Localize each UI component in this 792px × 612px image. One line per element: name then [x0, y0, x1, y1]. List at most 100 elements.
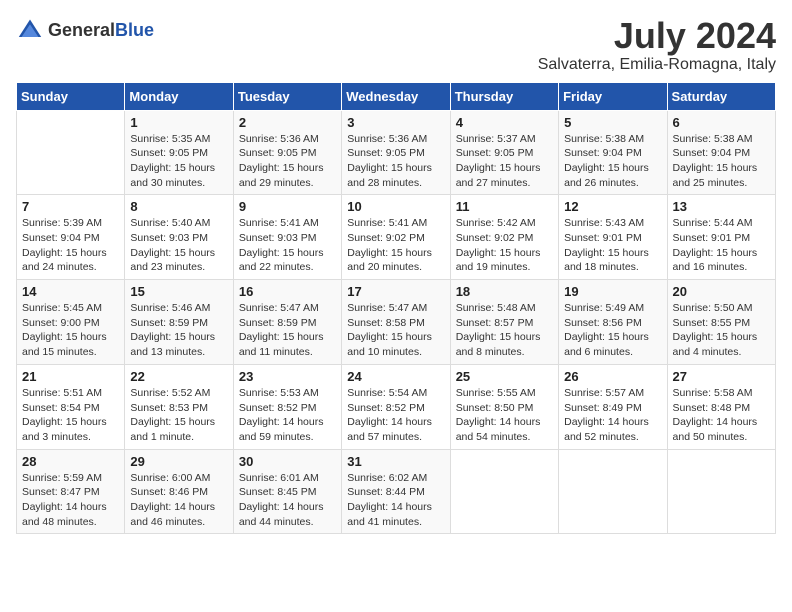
day-cell: 25 Sunrise: 5:55 AMSunset: 8:50 PMDayligh… — [450, 364, 558, 449]
day-number: 16 — [239, 284, 336, 299]
day-cell: 17 Sunrise: 5:47 AMSunset: 8:58 PMDayligh… — [342, 280, 450, 365]
day-number: 28 — [22, 454, 119, 469]
day-info: Sunrise: 5:58 AMSunset: 8:48 PMDaylight:… — [673, 386, 770, 445]
day-cell: 27 Sunrise: 5:58 AMSunset: 8:48 PMDayligh… — [667, 364, 775, 449]
day-cell: 31Sunrise: 6:02 AMSunset: 8:44 PMDayligh… — [342, 449, 450, 534]
day-number: 1 — [130, 115, 227, 130]
logo: GeneralBlue — [16, 16, 154, 44]
header-sunday: Sunday — [17, 82, 125, 110]
header-wednesday: Wednesday — [342, 82, 450, 110]
day-cell: 7 Sunrise: 5:39 AMSunset: 9:04 PMDaylight… — [17, 195, 125, 280]
day-cell: 28Sunrise: 5:59 AMSunset: 8:47 PMDayligh… — [17, 449, 125, 534]
day-number: 25 — [456, 369, 553, 384]
day-info: Sunrise: 6:01 AMSunset: 8:45 PMDaylight:… — [239, 471, 336, 530]
day-cell: 20 Sunrise: 5:50 AMSunset: 8:55 PMDayligh… — [667, 280, 775, 365]
day-cell: 24 Sunrise: 5:54 AMSunset: 8:52 PMDayligh… — [342, 364, 450, 449]
day-cell: 14Sunrise: 5:45 AMSunset: 9:00 PMDayligh… — [17, 280, 125, 365]
day-cell: 12 Sunrise: 5:43 AMSunset: 9:01 PMDayligh… — [559, 195, 667, 280]
week-row-4: 21Sunrise: 5:51 AMSunset: 8:54 PMDayligh… — [17, 364, 776, 449]
logo-icon — [16, 16, 44, 44]
day-cell: 16 Sunrise: 5:47 AMSunset: 8:59 PMDayligh… — [233, 280, 341, 365]
day-cell: 11 Sunrise: 5:42 AMSunset: 9:02 PMDayligh… — [450, 195, 558, 280]
day-info: Sunrise: 5:57 AMSunset: 8:49 PMDaylight:… — [564, 386, 661, 445]
day-info: Sunrise: 5:39 AMSunset: 9:04 PMDaylight:… — [22, 216, 119, 275]
day-info: Sunrise: 5:36 AMSunset: 9:05 PMDaylight:… — [239, 132, 336, 191]
day-number: 3 — [347, 115, 444, 130]
day-cell: 9Sunrise: 5:41 AMSunset: 9:03 PMDaylight… — [233, 195, 341, 280]
day-cell — [17, 110, 125, 195]
day-number: 22 — [130, 369, 227, 384]
day-cell: 4 Sunrise: 5:37 AMSunset: 9:05 PMDaylight… — [450, 110, 558, 195]
calendar-table: SundayMondayTuesdayWednesdayThursdayFrid… — [16, 82, 776, 535]
day-number: 7 — [22, 199, 119, 214]
day-cell: 18Sunrise: 5:48 AMSunset: 8:57 PMDayligh… — [450, 280, 558, 365]
header-thursday: Thursday — [450, 82, 558, 110]
calendar-header-row: SundayMondayTuesdayWednesdayThursdayFrid… — [17, 82, 776, 110]
day-number: 21 — [22, 369, 119, 384]
day-info: Sunrise: 5:38 AMSunset: 9:04 PMDaylight:… — [673, 132, 770, 191]
day-number: 2 — [239, 115, 336, 130]
day-cell: 30Sunrise: 6:01 AMSunset: 8:45 PMDayligh… — [233, 449, 341, 534]
day-number: 27 — [673, 369, 770, 384]
day-info: Sunrise: 5:53 AMSunset: 8:52 PMDaylight:… — [239, 386, 336, 445]
day-number: 24 — [347, 369, 444, 384]
day-cell — [559, 449, 667, 534]
day-number: 4 — [456, 115, 553, 130]
logo-blue: Blue — [115, 20, 154, 40]
day-info: Sunrise: 5:50 AMSunset: 8:55 PMDaylight:… — [673, 301, 770, 360]
day-cell: 3 Sunrise: 5:36 AMSunset: 9:05 PMDaylight… — [342, 110, 450, 195]
day-number: 13 — [673, 199, 770, 214]
title-block: July 2024 Salvaterra, Emilia-Romagna, It… — [538, 16, 776, 74]
day-number: 6 — [673, 115, 770, 130]
day-info: Sunrise: 5:37 AMSunset: 9:05 PMDaylight:… — [456, 132, 553, 191]
header-tuesday: Tuesday — [233, 82, 341, 110]
day-info: Sunrise: 5:47 AMSunset: 8:58 PMDaylight:… — [347, 301, 444, 360]
week-row-2: 7 Sunrise: 5:39 AMSunset: 9:04 PMDaylight… — [17, 195, 776, 280]
day-info: Sunrise: 5:35 AMSunset: 9:05 PMDaylight:… — [130, 132, 227, 191]
day-info: Sunrise: 5:52 AMSunset: 8:53 PMDaylight:… — [130, 386, 227, 445]
day-number: 19 — [564, 284, 661, 299]
day-number: 5 — [564, 115, 661, 130]
day-number: 23 — [239, 369, 336, 384]
day-number: 10 — [347, 199, 444, 214]
week-row-5: 28Sunrise: 5:59 AMSunset: 8:47 PMDayligh… — [17, 449, 776, 534]
day-info: Sunrise: 5:49 AMSunset: 8:56 PMDaylight:… — [564, 301, 661, 360]
day-number: 29 — [130, 454, 227, 469]
day-number: 31 — [347, 454, 444, 469]
day-cell: 29 Sunrise: 6:00 AMSunset: 8:46 PMDayligh… — [125, 449, 233, 534]
day-cell: 23 Sunrise: 5:53 AMSunset: 8:52 PMDayligh… — [233, 364, 341, 449]
week-row-3: 14Sunrise: 5:45 AMSunset: 9:00 PMDayligh… — [17, 280, 776, 365]
day-info: Sunrise: 5:41 AMSunset: 9:02 PMDaylight:… — [347, 216, 444, 275]
day-info: Sunrise: 5:42 AMSunset: 9:02 PMDaylight:… — [456, 216, 553, 275]
day-info: Sunrise: 6:00 AMSunset: 8:46 PMDaylight:… — [130, 471, 227, 530]
header-saturday: Saturday — [667, 82, 775, 110]
day-cell: 5Sunrise: 5:38 AMSunset: 9:04 PMDaylight… — [559, 110, 667, 195]
day-cell: 1 Sunrise: 5:35 AMSunset: 9:05 PMDaylight… — [125, 110, 233, 195]
day-number: 8 — [130, 199, 227, 214]
day-info: Sunrise: 5:54 AMSunset: 8:52 PMDaylight:… — [347, 386, 444, 445]
calendar-subtitle: Salvaterra, Emilia-Romagna, Italy — [538, 56, 776, 74]
day-cell: 15 Sunrise: 5:46 AMSunset: 8:59 PMDayligh… — [125, 280, 233, 365]
day-cell — [667, 449, 775, 534]
day-cell: 26Sunrise: 5:57 AMSunset: 8:49 PMDayligh… — [559, 364, 667, 449]
day-info: Sunrise: 5:36 AMSunset: 9:05 PMDaylight:… — [347, 132, 444, 191]
day-cell: 22 Sunrise: 5:52 AMSunset: 8:53 PMDayligh… — [125, 364, 233, 449]
day-number: 14 — [22, 284, 119, 299]
day-info: Sunrise: 5:46 AMSunset: 8:59 PMDaylight:… — [130, 301, 227, 360]
day-cell: 8 Sunrise: 5:40 AMSunset: 9:03 PMDaylight… — [125, 195, 233, 280]
day-info: Sunrise: 5:40 AMSunset: 9:03 PMDaylight:… — [130, 216, 227, 275]
day-info: Sunrise: 5:55 AMSunset: 8:50 PMDaylight:… — [456, 386, 553, 445]
day-info: Sunrise: 5:47 AMSunset: 8:59 PMDaylight:… — [239, 301, 336, 360]
day-info: Sunrise: 5:44 AMSunset: 9:01 PMDaylight:… — [673, 216, 770, 275]
day-number: 11 — [456, 199, 553, 214]
day-cell: 21Sunrise: 5:51 AMSunset: 8:54 PMDayligh… — [17, 364, 125, 449]
day-number: 20 — [673, 284, 770, 299]
day-cell: 6 Sunrise: 5:38 AMSunset: 9:04 PMDaylight… — [667, 110, 775, 195]
calendar-title: July 2024 — [538, 16, 776, 56]
day-number: 12 — [564, 199, 661, 214]
day-info: Sunrise: 5:43 AMSunset: 9:01 PMDaylight:… — [564, 216, 661, 275]
header-monday: Monday — [125, 82, 233, 110]
page-header: GeneralBlue July 2024 Salvaterra, Emilia… — [16, 16, 776, 74]
day-number: 15 — [130, 284, 227, 299]
day-number: 17 — [347, 284, 444, 299]
